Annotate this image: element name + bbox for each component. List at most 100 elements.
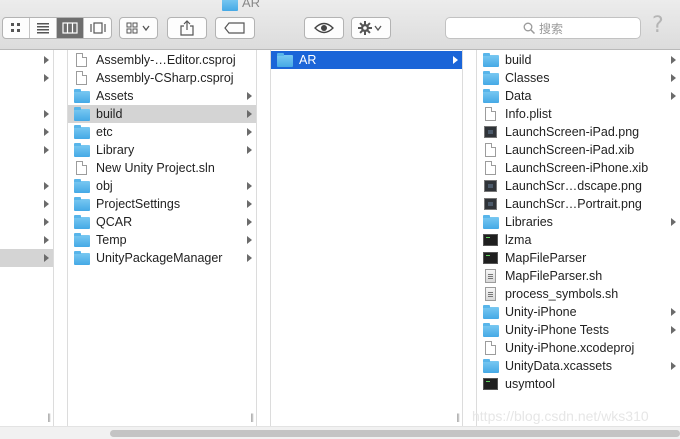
list-item[interactable]: New Unity Project.sln bbox=[68, 159, 256, 177]
list-item[interactable] bbox=[0, 213, 53, 231]
script-icon bbox=[483, 269, 499, 283]
disclosure-arrow-icon bbox=[671, 218, 676, 226]
folder-icon bbox=[483, 305, 499, 319]
list-item[interactable]: lzma bbox=[477, 231, 680, 249]
search-icon bbox=[523, 22, 535, 34]
list-item[interactable] bbox=[0, 141, 53, 159]
list-item[interactable]: Unity-iPhone.xcodeproj bbox=[477, 339, 680, 357]
window-title: AR bbox=[222, 0, 260, 11]
list-item[interactable]: LaunchScr…Portrait.png bbox=[477, 195, 680, 213]
list-item[interactable] bbox=[0, 231, 53, 249]
document-icon bbox=[74, 71, 90, 85]
list-item[interactable]: Libraries bbox=[477, 213, 680, 231]
icon-view-button[interactable] bbox=[3, 18, 30, 38]
disclosure-arrow-icon bbox=[44, 182, 49, 190]
column-view-button[interactable] bbox=[57, 18, 84, 38]
tags-button[interactable] bbox=[215, 17, 255, 39]
disclosure-arrow-icon bbox=[44, 146, 49, 154]
column-resize-handle[interactable]: || bbox=[47, 412, 51, 422]
list-item[interactable]: UnityPackageManager bbox=[68, 249, 256, 267]
list-item[interactable]: Assembly-…Editor.csproj bbox=[68, 51, 256, 69]
disclosure-arrow-icon bbox=[44, 236, 49, 244]
image-file-icon bbox=[483, 179, 499, 193]
item-name: UnityPackageManager bbox=[96, 251, 223, 265]
list-item[interactable]: LaunchScreen-iPad.png bbox=[477, 123, 680, 141]
list-item[interactable]: build bbox=[68, 105, 256, 123]
item-name: Library bbox=[96, 143, 135, 157]
list-item[interactable] bbox=[0, 87, 53, 105]
search-field[interactable]: 搜索 bbox=[445, 17, 641, 39]
list-item[interactable]: Temp bbox=[68, 231, 256, 249]
search-placeholder: 搜索 bbox=[538, 21, 563, 36]
disclosure-arrow-icon bbox=[247, 254, 252, 262]
column-resize-handle[interactable]: || bbox=[250, 412, 254, 422]
disclosure-arrow-icon bbox=[44, 200, 49, 208]
columns-icon bbox=[62, 22, 78, 34]
list-item[interactable]: usymtool bbox=[477, 375, 680, 393]
column-resize-handle[interactable]: || bbox=[456, 412, 460, 422]
list-item[interactable]: Unity-iPhone Tests bbox=[477, 321, 680, 339]
item-name: Classes bbox=[505, 71, 550, 85]
list-item[interactable]: Data bbox=[477, 87, 680, 105]
list-item[interactable]: MapFileParser bbox=[477, 249, 680, 267]
list-item[interactable] bbox=[0, 159, 53, 177]
list-item[interactable] bbox=[0, 123, 53, 141]
executable-icon bbox=[483, 251, 499, 265]
list-item[interactable]: UnityData.xcassets bbox=[477, 357, 680, 375]
list-item[interactable]: Info.plist bbox=[477, 105, 680, 123]
quick-look-button[interactable] bbox=[304, 17, 344, 39]
list-item[interactable]: Classes bbox=[477, 69, 680, 87]
list-icon bbox=[37, 23, 49, 34]
list-view-button[interactable] bbox=[30, 18, 57, 38]
action-button[interactable] bbox=[351, 17, 391, 39]
document-icon bbox=[483, 143, 499, 157]
list-item[interactable]: LaunchScreen-iPhone.xib bbox=[477, 159, 680, 177]
item-name: LaunchScr…Portrait.png bbox=[505, 197, 642, 211]
item-name: build bbox=[505, 53, 532, 67]
executable-icon bbox=[483, 233, 499, 247]
list-item[interactable]: build bbox=[477, 51, 680, 69]
list-item[interactable]: LaunchScreen-iPad.xib bbox=[477, 141, 680, 159]
disclosure-arrow-icon bbox=[671, 92, 676, 100]
list-item[interactable]: AR bbox=[271, 51, 462, 69]
item-name: Temp bbox=[96, 233, 127, 247]
list-item[interactable] bbox=[0, 51, 53, 69]
list-item[interactable]: Unity-iPhone bbox=[477, 303, 680, 321]
list-item[interactable]: QCAR bbox=[68, 213, 256, 231]
list-item[interactable]: ProjectSettings bbox=[68, 195, 256, 213]
item-name: etc bbox=[96, 125, 113, 139]
arrange-button[interactable] bbox=[119, 17, 158, 39]
document-icon bbox=[483, 107, 499, 121]
list-item[interactable]: etc bbox=[68, 123, 256, 141]
list-item[interactable] bbox=[0, 177, 53, 195]
item-name: UnityData.xcassets bbox=[505, 359, 612, 373]
list-item[interactable]: Library bbox=[68, 141, 256, 159]
column-build: AR || bbox=[270, 50, 463, 426]
list-item[interactable] bbox=[0, 249, 53, 267]
disclosure-arrow-icon bbox=[44, 218, 49, 226]
help-icon[interactable]: ? bbox=[652, 13, 664, 38]
cover-flow-view-button[interactable] bbox=[84, 18, 111, 38]
folder-icon bbox=[74, 179, 90, 193]
item-name: ProjectSettings bbox=[96, 197, 181, 211]
item-name: LaunchScr…dscape.png bbox=[505, 179, 642, 193]
disclosure-arrow-icon bbox=[44, 110, 49, 118]
list-item[interactable] bbox=[0, 69, 53, 87]
item-name: Data bbox=[505, 89, 532, 103]
item-name: Assembly-…Editor.csproj bbox=[96, 53, 236, 67]
list-item[interactable]: LaunchScr…dscape.png bbox=[477, 177, 680, 195]
list-item[interactable] bbox=[0, 105, 53, 123]
item-name: LaunchScreen-iPad.png bbox=[505, 125, 640, 139]
share-button[interactable] bbox=[167, 17, 207, 39]
item-name: usymtool bbox=[505, 377, 556, 391]
list-item[interactable]: MapFileParser.sh bbox=[477, 267, 680, 285]
list-item[interactable] bbox=[0, 195, 53, 213]
horizontal-scrollbar[interactable] bbox=[0, 426, 680, 439]
list-item[interactable]: process_symbols.sh bbox=[477, 285, 680, 303]
list-item[interactable]: Assets bbox=[68, 87, 256, 105]
eye-icon bbox=[314, 22, 334, 34]
list-item[interactable]: Assembly-CSharp.csproj bbox=[68, 69, 256, 87]
scrollbar-thumb[interactable] bbox=[110, 430, 680, 437]
folder-icon bbox=[222, 0, 238, 11]
list-item[interactable]: obj bbox=[68, 177, 256, 195]
